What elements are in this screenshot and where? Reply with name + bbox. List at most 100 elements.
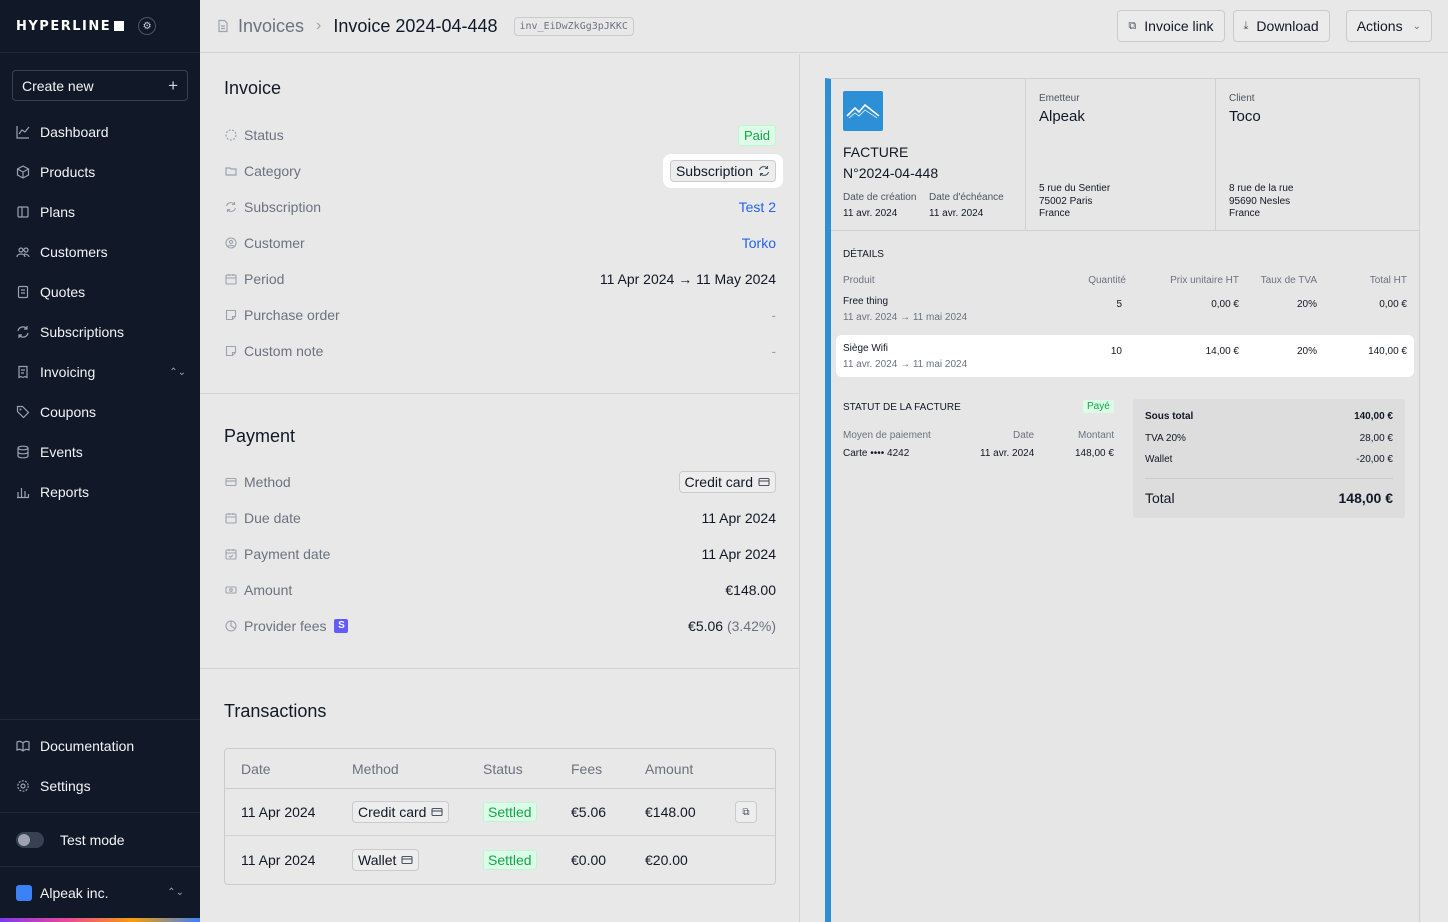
sidebar-bottom: Documentation Settings [0, 719, 200, 806]
line-item-period: 11 avr. 2024 → 11 mai 2024 [843, 312, 968, 323]
sidebar-item-settings[interactable]: Settings [0, 766, 200, 806]
pay-method-label: Moyen de paiement [843, 430, 931, 441]
column-header: Amount [645, 760, 694, 777]
payment-date-row: Payment date 11 Apr 2024 [224, 536, 776, 572]
line-item-highlight [836, 335, 1414, 377]
bar-chart-icon [16, 485, 30, 499]
payment-date-value: 11 Apr 2024 [701, 546, 776, 562]
pay-amount-label: Montant [1078, 430, 1115, 441]
sidebar-item-documentation[interactable]: Documentation [0, 726, 200, 766]
sidebar-item-quotes[interactable]: Quotes [0, 272, 200, 312]
subtotal-row: Sous total 140,00 € [1145, 411, 1393, 422]
category-pill[interactable]: Subscription [669, 160, 776, 182]
chevron-down-icon: ⌄ [1412, 20, 1421, 32]
column-header: Quantité [1088, 275, 1126, 286]
sidebar-item-dashboard[interactable]: Dashboard [0, 112, 200, 152]
gradient-strip [0, 918, 200, 922]
column-header: Method [352, 760, 399, 777]
sidebar-item-label: Subscriptions [40, 324, 125, 340]
header-actions: ⧉ Invoice link ⤓ Download Actions ⌄ [1117, 10, 1432, 42]
emitter-address-line: France [1039, 208, 1071, 219]
open-transaction-icon[interactable]: ⧉ [735, 801, 757, 823]
invoice-link-button[interactable]: ⧉ Invoice link [1117, 10, 1225, 42]
sidebar-item-label: Invoicing [40, 364, 96, 380]
breadcrumb-invoices[interactable]: Invoices [238, 16, 304, 37]
details-heading: DÉTAILS [843, 249, 884, 260]
table-row: 11 Apr 2024 Wallet Settled €0.00 €20.00 [225, 836, 775, 883]
sidebar-item-label: Quotes [40, 284, 86, 300]
line-item-name: Siège Wifi [843, 343, 889, 354]
page-title: Invoice 2024-04-448 [333, 15, 498, 36]
test-mode-label: Test mode [60, 831, 125, 848]
box-icon [16, 165, 30, 179]
sidebar-item-label: Events [40, 444, 83, 460]
total-value: 148,00 € [1338, 490, 1394, 506]
emitter-label: Emetteur [1039, 93, 1080, 104]
sidebar-item-coupons[interactable]: Coupons [0, 392, 200, 432]
wallet-label: Wallet [1145, 454, 1173, 465]
purchase-order-value[interactable]: - [771, 307, 776, 323]
sidebar-item-label: Customers [40, 244, 108, 260]
external-link-icon: ⧉ [1128, 19, 1137, 32]
invoice-icon [16, 365, 30, 379]
category-value: Subscription [675, 163, 753, 179]
create-new-button[interactable]: Create new + [12, 70, 188, 101]
sidebar-item-customers[interactable]: Customers [0, 232, 200, 272]
tx-method-pill: Wallet [352, 848, 420, 871]
sidebar-item-events[interactable]: Events [0, 432, 200, 472]
customer-link[interactable]: Torko [742, 235, 776, 251]
emitter-address-line: 75002 Paris [1039, 195, 1093, 207]
status-label: Status [244, 127, 284, 143]
credit-card-icon [224, 475, 238, 489]
sidebar-item-reports[interactable]: Reports [0, 472, 200, 512]
database-icon [16, 445, 30, 459]
actions-dropdown[interactable]: Actions ⌄ [1345, 10, 1432, 42]
pay-amount-value: 148,00 € [1075, 448, 1114, 459]
line-item-vat: 20% [1296, 346, 1317, 357]
wallet-icon [401, 854, 413, 866]
sidebar-item-label: Reports [40, 484, 90, 500]
tva-row: TVA 20% 28,00 € [1145, 433, 1393, 444]
download-button[interactable]: ⤓ Download [1232, 10, 1330, 42]
sidebar-item-subscriptions[interactable]: Subscriptions [0, 312, 200, 352]
invoice-status-heading: STATUT DE LA FACTURE [843, 402, 961, 413]
expand-chevron-icon[interactable]: ⌃⌄ [169, 367, 186, 378]
column-header: Fees [571, 760, 603, 777]
sidebar: HYPERLINE ⚙ Create new + Dashboard Produ… [0, 0, 200, 922]
sidebar-item-products[interactable]: Products [0, 152, 200, 192]
test-mode-toggle[interactable] [16, 831, 44, 848]
subscription-link[interactable]: Test 2 [739, 199, 776, 215]
invoice-id-badge[interactable]: inv_EiDwZkGg3pJKKC [513, 16, 634, 36]
line-item-qty: 5 [1116, 299, 1122, 310]
custom-note-label: Custom note [244, 343, 324, 359]
subscription-label: Subscription [244, 199, 322, 215]
pie-icon [224, 619, 238, 633]
invoice-link-label: Invoice link [1144, 18, 1214, 34]
org-switcher[interactable]: Alpeak inc. ⌃⌄ [0, 866, 200, 918]
workspace-settings-icon[interactable]: ⚙ [138, 17, 157, 35]
due-date-label: Date d'échéance [929, 192, 1004, 203]
period-row: Period 11 Apr 2024 → 11 May 2024 [224, 261, 776, 297]
wallet-row: Wallet -20,00 € [1145, 454, 1393, 465]
tx-date: 11 Apr 2024 [241, 804, 316, 820]
logo[interactable]: HYPERLINE [16, 19, 125, 34]
emitter-address-line: 5 rue du Sentier [1039, 183, 1111, 194]
payment-section-title: Payment [224, 426, 296, 446]
client-address-line: France [1229, 208, 1261, 219]
transactions-section-title: Transactions [224, 701, 327, 721]
sidebar-item-invoicing[interactable]: Invoicing ⌃⌄ [0, 352, 200, 392]
invoice-id-column: FACTURE N°2024-04-448 Date de création 1… [831, 79, 1026, 231]
creation-date-value: 11 avr. 2024 [843, 208, 898, 219]
custom-note-value[interactable]: - [771, 343, 776, 359]
due-date-label: Due date [244, 510, 301, 526]
column-header: Prix unitaire HT [1170, 275, 1239, 286]
period-value: 11 Apr 2024 → 11 May 2024 [599, 271, 776, 287]
credit-card-icon [758, 476, 770, 488]
amount-value: €148.00 [725, 582, 776, 598]
folder-icon [224, 164, 238, 178]
sidebar-item-plans[interactable]: Plans [0, 192, 200, 232]
client-column: Client Toco 8 rue de la rue 95690 Nesles… [1216, 79, 1420, 231]
client-address-line: 8 rue de la rue [1229, 183, 1294, 194]
quote-doc-icon [16, 285, 30, 299]
amount-label: Amount [244, 582, 293, 598]
